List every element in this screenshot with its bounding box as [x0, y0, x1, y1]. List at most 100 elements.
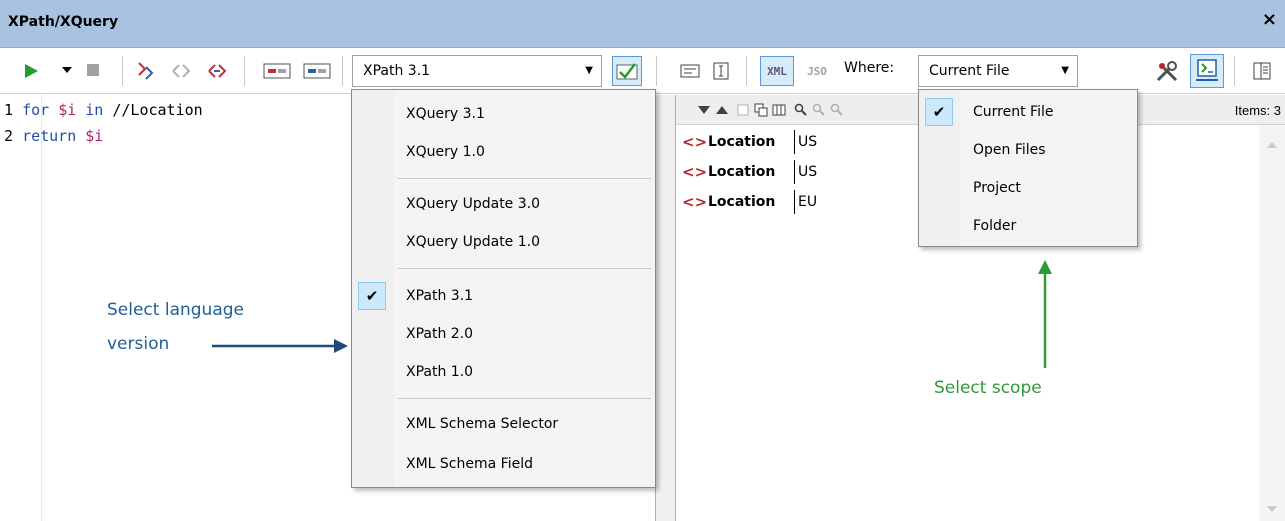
- xml-mode-button[interactable]: XML: [760, 56, 794, 86]
- tracepoint-button[interactable]: [302, 60, 332, 82]
- menu-item-current-file[interactable]: ✔ Current File: [919, 94, 1137, 130]
- scope-annotation: Select scope: [934, 378, 1042, 398]
- language-version-value: XPath 3.1: [363, 63, 431, 79]
- line-number-gutter: [0, 95, 42, 521]
- menu-item-folder[interactable]: Folder: [919, 208, 1137, 244]
- result-name: Location: [708, 190, 795, 214]
- keyword: in: [85, 101, 104, 119]
- pane-splitter[interactable]: [656, 95, 676, 521]
- breakpoint-button[interactable]: [262, 60, 292, 82]
- menu-item-xml-schema-selector[interactable]: XML Schema Selector: [352, 406, 655, 442]
- menu-item-xpath-3-1[interactable]: ✔ XPath 3.1: [352, 278, 655, 314]
- search-next-icon[interactable]: [812, 103, 826, 117]
- result-row[interactable]: <> Location EU: [682, 189, 817, 215]
- result-value: EU: [798, 194, 818, 210]
- step-into-button[interactable]: [132, 58, 158, 84]
- arrow-up-icon: [1038, 260, 1052, 368]
- menu-item-label: XPath 1.0: [406, 364, 474, 380]
- menu-separator: [398, 268, 651, 269]
- validate-button[interactable]: [612, 56, 642, 86]
- menu-item-label: XML Schema Field: [406, 456, 533, 472]
- keyword: for: [22, 101, 50, 119]
- line-number: 2: [4, 127, 14, 145]
- scope-value: Current File: [929, 63, 1010, 79]
- step-out-button[interactable]: [204, 58, 230, 84]
- menu-item-label: XQuery Update 1.0: [406, 234, 541, 250]
- layout-button[interactable]: [1250, 60, 1274, 82]
- validate-check-icon: [616, 63, 638, 80]
- tools-button[interactable]: [1152, 56, 1182, 86]
- chevron-down-icon: ▼: [585, 65, 593, 76]
- menu-item-label: XPath 3.1: [406, 288, 474, 304]
- menu-item-label: Open Files: [973, 142, 1046, 158]
- language-annotation-line1: Select language: [107, 300, 244, 320]
- menu-separator: [398, 398, 651, 399]
- previous-result-icon[interactable]: [716, 105, 728, 115]
- language-annotation-line2: version: [107, 334, 170, 354]
- menu-item-label: XPath 2.0: [406, 326, 474, 342]
- next-result-icon[interactable]: [698, 105, 710, 115]
- items-count: Items: 3: [1234, 103, 1281, 118]
- layout-icon: [1253, 62, 1271, 80]
- play-icon: [25, 64, 38, 78]
- where-label: Where:: [844, 60, 895, 76]
- code-line-1: 1 for $i in //Location: [4, 101, 203, 119]
- result-name: Location: [708, 160, 795, 184]
- breakpoint-icon: [263, 63, 291, 79]
- result-name: Location: [708, 130, 795, 154]
- columns-icon[interactable]: [772, 103, 786, 117]
- result-value: US: [798, 164, 818, 180]
- menu-item-xpath-1-0[interactable]: XPath 1.0: [352, 354, 655, 390]
- scroll-up-icon[interactable]: [1267, 141, 1277, 149]
- stop-button[interactable]: [84, 61, 102, 79]
- text-view-button[interactable]: [678, 60, 702, 82]
- menu-item-xml-schema-field[interactable]: XML Schema Field: [352, 446, 655, 482]
- step-over-button[interactable]: [168, 58, 194, 84]
- element-tag-icon: <>: [682, 133, 708, 151]
- tracepoint-icon: [303, 63, 331, 79]
- toolbar: XPath 3.1 ▼ XML JSO Where: Current File …: [0, 48, 1285, 94]
- menu-item-xquery-3-1[interactable]: XQuery 3.1: [352, 96, 655, 132]
- variable: $i: [85, 127, 104, 145]
- vertical-scrollbar[interactable]: [1259, 125, 1285, 521]
- result-row[interactable]: <> Location US: [682, 129, 817, 155]
- scope-combo[interactable]: Current File ▼: [918, 55, 1078, 87]
- language-version-combo[interactable]: XPath 3.1 ▼: [352, 55, 602, 87]
- json-mode-label: JSO: [807, 64, 827, 78]
- menu-item-open-files[interactable]: Open Files: [919, 132, 1137, 168]
- menu-item-label: Current File: [973, 104, 1054, 120]
- arrow-right-icon: [212, 339, 348, 353]
- menu-item-xquery-update-1-0[interactable]: XQuery Update 1.0: [352, 224, 655, 260]
- result-row[interactable]: <> Location US: [682, 159, 817, 185]
- xml-mode-label: XML: [767, 64, 787, 78]
- json-mode-button[interactable]: JSO: [800, 60, 834, 82]
- menu-item-project[interactable]: Project: [919, 170, 1137, 206]
- step-out-icon: [208, 64, 227, 78]
- menu-item-xpath-2-0[interactable]: XPath 2.0: [352, 316, 655, 352]
- output-window-button[interactable]: [1190, 54, 1224, 88]
- run-dropdown-button[interactable]: [60, 63, 74, 77]
- variable: $i: [58, 101, 77, 119]
- element-tag-icon: <>: [682, 163, 708, 181]
- result-value: US: [798, 134, 818, 150]
- path-expression: //Location: [112, 101, 203, 119]
- close-icon[interactable]: ×: [1262, 10, 1277, 30]
- tools-icon: [1156, 61, 1178, 82]
- run-button[interactable]: [20, 60, 42, 82]
- element-tag-icon: <>: [682, 193, 708, 211]
- copy-icon[interactable]: [736, 103, 750, 117]
- window-title: XPath/XQuery: [8, 14, 119, 30]
- copy-all-icon[interactable]: [754, 103, 768, 117]
- scroll-down-icon[interactable]: [1267, 505, 1277, 513]
- menu-item-xquery-1-0[interactable]: XQuery 1.0: [352, 134, 655, 170]
- code-line-2: 2 return $i: [4, 127, 103, 145]
- search-previous-icon[interactable]: [830, 103, 844, 117]
- output-window-icon: [1196, 59, 1218, 81]
- menu-item-xquery-update-3-0[interactable]: XQuery Update 3.0: [352, 186, 655, 222]
- menu-item-label: XQuery 1.0: [406, 144, 485, 160]
- checkmark-icon: ✔: [925, 98, 953, 126]
- scope-menu: ✔ Current File Open Files Project Folder: [918, 89, 1138, 247]
- text-view-icon: [680, 64, 700, 78]
- search-icon[interactable]: [794, 103, 808, 117]
- text-cursor-button[interactable]: [710, 60, 732, 82]
